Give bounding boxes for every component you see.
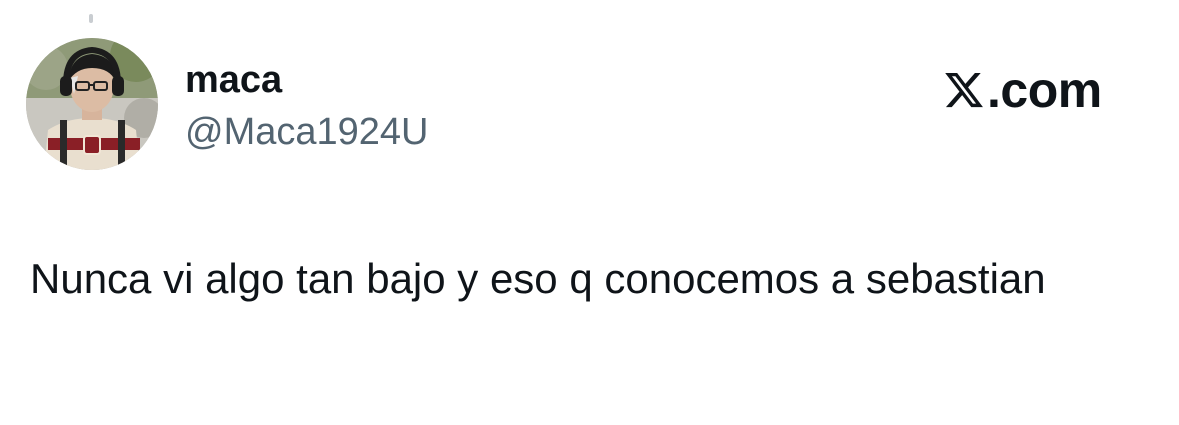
site-watermark: .com	[943, 64, 1102, 116]
user-handle[interactable]: @Maca1924U	[185, 110, 428, 154]
avatar[interactable]	[26, 38, 158, 170]
avatar-photo-icon	[26, 38, 158, 170]
tweet-text: Nunca vi algo tan bajo y eso q conocemos…	[30, 255, 1046, 302]
x-logo-icon	[945, 72, 983, 108]
site-domain-suffix: .com	[987, 62, 1102, 118]
display-name[interactable]: maca	[185, 58, 282, 102]
scroll-indicator	[89, 14, 93, 23]
